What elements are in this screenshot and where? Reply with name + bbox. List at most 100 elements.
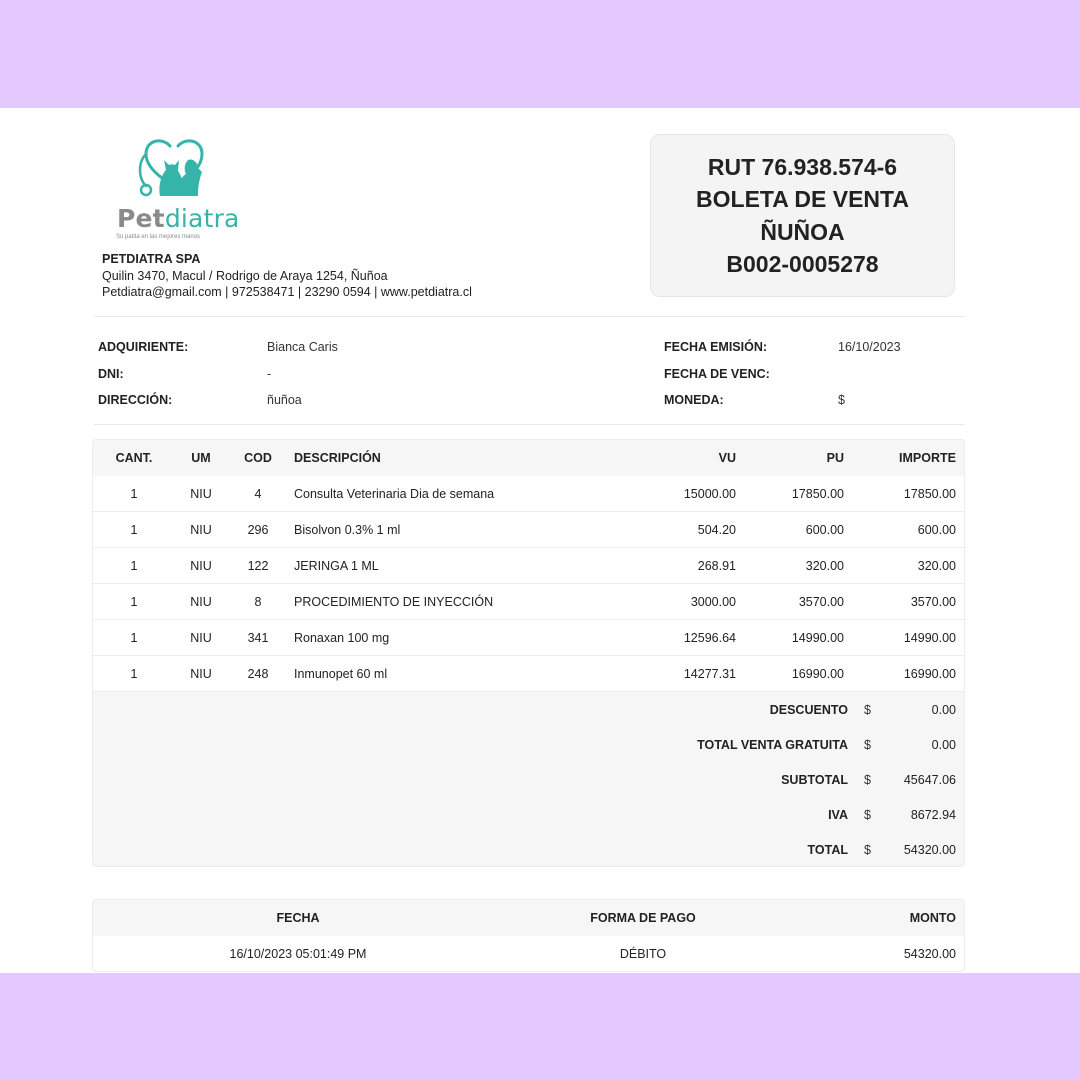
total-value: 0.00: [931, 703, 956, 717]
table-row: 1 NIU 122 JERINGA 1 ML 268.91 320.00 320…: [93, 548, 964, 584]
cell-um: NIU: [190, 631, 212, 645]
cell-pu: 17850.00: [791, 487, 844, 501]
cell-vu: 268.91: [697, 559, 736, 573]
direccion-label: DIRECCIÓN:: [98, 393, 173, 407]
cell-importe: 320.00: [917, 559, 956, 573]
dni-value: -: [267, 367, 272, 381]
total-label: TOTAL: [807, 843, 848, 857]
cell-importe: 16990.00: [903, 667, 956, 681]
payment-forma: DÉBITO: [619, 947, 667, 961]
total-value: 8672.94: [910, 808, 956, 822]
cell-cant: 1: [130, 667, 138, 681]
payments-table: FECHA FORMA DE PAGO MONTO 16/10/2023 05:…: [92, 899, 965, 972]
cell-cod: 248: [247, 667, 269, 681]
total-currency: $: [864, 843, 871, 857]
items-table-header: CANT. UM COD DESCRIPCIÓN VU PU IMPORTE: [93, 440, 964, 476]
totals-section: DESCUENTO $ 0.00 TOTAL VENTA GRATUITA $ …: [93, 693, 964, 866]
header-cant: CANT.: [115, 451, 153, 465]
header-importe: IMPORTE: [899, 451, 956, 465]
total-row-total: TOTAL $ 54320.00: [93, 833, 964, 866]
document-branch: ÑUÑOA: [760, 218, 845, 245]
total-row-iva: IVA $ 8672.94: [93, 798, 964, 833]
table-row: 1 NIU 296 Bisolvon 0.3% 1 ml 504.20 600.…: [93, 512, 964, 548]
cat-dog-stethoscope-icon: [138, 139, 204, 197]
document-number: B002-0005278: [726, 251, 879, 277]
receipt-paper: Petdiatra Su patita en las mejores manos…: [0, 108, 1080, 973]
header-pu: PU: [826, 451, 844, 465]
total-currency: $: [864, 738, 871, 752]
header-vu: VU: [718, 451, 736, 465]
payment-fecha: 16/10/2023 05:01:49 PM: [229, 947, 367, 961]
header-fecha: FECHA: [276, 911, 320, 925]
brand-name-part2: diatra: [164, 204, 240, 233]
cell-cant: 1: [130, 487, 138, 501]
table-row: 1 NIU 4 Consulta Veterinaria Dia de sema…: [93, 476, 964, 512]
fecha-emision-label: FECHA EMISIÓN:: [664, 340, 768, 354]
fecha-venc-label: FECHA DE VENC:: [664, 367, 770, 381]
total-label: SUBTOTAL: [781, 773, 848, 787]
divider: [94, 424, 964, 425]
total-label: DESCUENTO: [769, 703, 848, 717]
fecha-emision-value: 16/10/2023: [838, 340, 901, 354]
cell-um: NIU: [190, 667, 212, 681]
table-row: 16/10/2023 05:01:49 PM DÉBITO 54320.00: [93, 936, 964, 971]
direccion-value: ñuñoa: [267, 393, 302, 407]
total-row-descuento: DESCUENTO $ 0.00: [93, 693, 964, 728]
cell-cod: 8: [254, 595, 262, 609]
total-currency: $: [864, 703, 871, 717]
cell-pu: 600.00: [805, 523, 844, 537]
dni-label: DNI:: [98, 367, 124, 381]
table-row: 1 NIU 341 Ronaxan 100 mg 12596.64 14990.…: [93, 620, 964, 656]
cell-um: NIU: [190, 559, 212, 573]
cell-cod: 296: [247, 523, 269, 537]
total-row-venta-gratuita: TOTAL VENTA GRATUITA $ 0.00: [93, 728, 964, 763]
items-table-body: 1 NIU 4 Consulta Veterinaria Dia de sema…: [93, 476, 964, 692]
cell-um: NIU: [190, 487, 212, 501]
cell-vu: 3000.00: [690, 595, 736, 609]
header-um: UM: [191, 451, 211, 465]
items-table: CANT. UM COD DESCRIPCIÓN VU PU IMPORTE 1…: [92, 439, 965, 867]
cell-cant: 1: [130, 631, 138, 645]
brand-name-part1: Pet: [117, 204, 165, 233]
cell-importe: 3570.00: [910, 595, 956, 609]
total-currency: $: [864, 808, 871, 822]
cell-um: NIU: [190, 595, 212, 609]
cell-cant: 1: [130, 559, 138, 573]
document-rut: RUT 76.938.574-6: [707, 153, 898, 180]
cell-cod: 4: [254, 487, 262, 501]
company-info: PETDIATRA SPA Quilin 3470, Macul / Rodri…: [102, 251, 472, 301]
company-logo: Petdiatra Su patita en las mejores manos: [112, 138, 239, 240]
total-row-subtotal: SUBTOTAL $ 45647.06: [93, 763, 964, 798]
cell-um: NIU: [190, 523, 212, 537]
header-monto: MONTO: [909, 911, 956, 925]
brand-tagline: Su patita en las mejores manos: [116, 234, 201, 240]
cell-cant: 1: [130, 523, 138, 537]
total-currency: $: [864, 773, 871, 787]
table-row: 1 NIU 248 Inmunopet 60 ml 14277.31 16990…: [93, 656, 964, 692]
payment-monto: 54320.00: [903, 947, 956, 961]
cell-pu: 14990.00: [791, 631, 844, 645]
table-row: 1 NIU 8 PROCEDIMIENTO DE INYECCIÓN 3000.…: [93, 584, 964, 620]
brand-wordmark: Petdiatra: [117, 204, 240, 233]
cell-vu: 504.20: [697, 523, 736, 537]
cell-cod: 341: [247, 631, 269, 645]
moneda-value: $: [838, 393, 845, 407]
cell-vu: 15000.00: [683, 487, 736, 501]
divider: [94, 316, 964, 317]
cell-cant: 1: [130, 595, 138, 609]
cell-importe: 14990.00: [903, 631, 956, 645]
document-header-box: RUT 76.938.574-6 BOLETA DE VENTA ÑUÑOA B…: [650, 134, 955, 297]
header-cod: COD: [244, 451, 272, 465]
total-label: IVA: [828, 808, 848, 822]
document-type: BOLETA DE VENTA: [696, 186, 909, 212]
total-value: 45647.06: [903, 773, 956, 787]
adquiriente-label: ADQUIRIENTE:: [98, 340, 189, 354]
company-address: Quilin 3470, Macul / Rodrigo de Araya 12…: [102, 268, 388, 283]
payments-table-header: FECHA FORMA DE PAGO MONTO: [93, 900, 964, 936]
company-name: PETDIATRA SPA: [102, 252, 201, 266]
total-label: TOTAL VENTA GRATUITA: [697, 738, 848, 752]
company-contact: Petdiatra@gmail.com | 972538471 | 23290 …: [102, 285, 472, 299]
cell-importe: 600.00: [917, 523, 956, 537]
cell-vu: 14277.31: [683, 667, 736, 681]
cell-pu: 320.00: [805, 559, 844, 573]
